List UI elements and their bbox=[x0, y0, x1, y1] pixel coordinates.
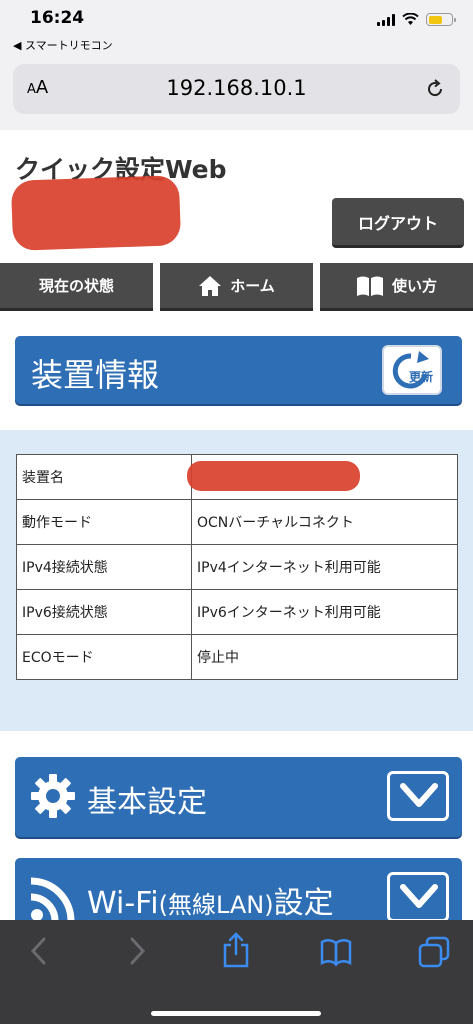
table-row: ECOモード 停止中 bbox=[16, 634, 458, 680]
refresh-button[interactable]: 更新 bbox=[382, 345, 442, 395]
home-icon bbox=[199, 275, 222, 296]
table-row: 動作モード OCNバーチャルコネクト bbox=[16, 499, 458, 545]
signal-icon bbox=[377, 13, 395, 26]
table-row: IPv6接続状態 IPv6インターネット利用可能 bbox=[16, 589, 458, 635]
wifi-icon bbox=[30, 877, 75, 922]
battery-icon bbox=[426, 13, 456, 26]
row-value: OCNバーチャルコネクト bbox=[191, 499, 458, 545]
share-icon[interactable] bbox=[222, 932, 250, 968]
reload-icon[interactable] bbox=[424, 78, 446, 100]
nav-current-status-button[interactable]: 現在の状態 bbox=[0, 263, 153, 311]
tabs-icon[interactable] bbox=[418, 936, 450, 968]
redaction-mark bbox=[10, 175, 182, 251]
chevron-down-icon bbox=[400, 884, 438, 908]
device-info-title: 装置情報 bbox=[31, 356, 160, 394]
status-icons bbox=[377, 13, 456, 26]
bookmarks-icon[interactable] bbox=[320, 938, 352, 966]
expand-basic-settings-button[interactable] bbox=[387, 771, 449, 821]
row-value: IPv4インターネット利用可能 bbox=[191, 544, 458, 590]
row-value: IPv6インターネット利用可能 bbox=[191, 589, 458, 635]
back-to-app-link[interactable]: ◀ スマートリモコン bbox=[13, 37, 113, 53]
back-icon[interactable] bbox=[28, 936, 50, 966]
row-key: ECOモード bbox=[16, 634, 192, 680]
device-info-header: 装置情報 更新 bbox=[15, 336, 462, 404]
basic-settings-section[interactable]: 基本設定 bbox=[15, 757, 462, 837]
expand-wifi-settings-button[interactable] bbox=[387, 872, 449, 922]
nav-label: 使い方 bbox=[391, 277, 437, 295]
row-key: 装置名 bbox=[16, 454, 192, 500]
gear-icon bbox=[31, 774, 75, 818]
redaction-mark bbox=[187, 461, 360, 491]
wifi-status-icon bbox=[402, 13, 419, 25]
logout-button[interactable]: ログアウト bbox=[332, 198, 464, 248]
book-icon bbox=[356, 276, 383, 296]
forward-icon[interactable] bbox=[126, 936, 148, 966]
wifi-settings-title: Wi-Fi(無線LAN)設定 bbox=[87, 886, 334, 921]
nav-label: ホーム bbox=[230, 277, 275, 295]
nav-home-button[interactable]: ホーム bbox=[160, 263, 313, 311]
row-key: 動作モード bbox=[16, 499, 192, 545]
basic-settings-title: 基本設定 bbox=[87, 785, 207, 820]
row-key: IPv6接続状態 bbox=[16, 589, 192, 635]
row-value: 停止中 bbox=[191, 634, 458, 680]
nav-howto-button[interactable]: 使い方 bbox=[320, 263, 473, 311]
row-key: IPv4接続状態 bbox=[16, 544, 192, 590]
refresh-label: 更新 bbox=[408, 370, 433, 384]
home-indicator bbox=[151, 1011, 321, 1016]
nav-row: 現在の状態 ホーム 使い方 bbox=[0, 263, 473, 311]
chevron-down-icon bbox=[400, 783, 438, 807]
url-bar[interactable]: AA 192.168.10.1 bbox=[13, 64, 460, 114]
browser-bottom-toolbar bbox=[0, 920, 473, 1024]
nav-label: 現在の状態 bbox=[38, 277, 114, 295]
status-time: 16:24 bbox=[30, 8, 85, 28]
url-text: 192.168.10.1 bbox=[166, 76, 307, 100]
browser-top-bar: 16:24 ◀ スマートリモコン AA 192.168.10.1 bbox=[0, 0, 473, 130]
table-row: IPv4接続状態 IPv4インターネット利用可能 bbox=[16, 544, 458, 590]
